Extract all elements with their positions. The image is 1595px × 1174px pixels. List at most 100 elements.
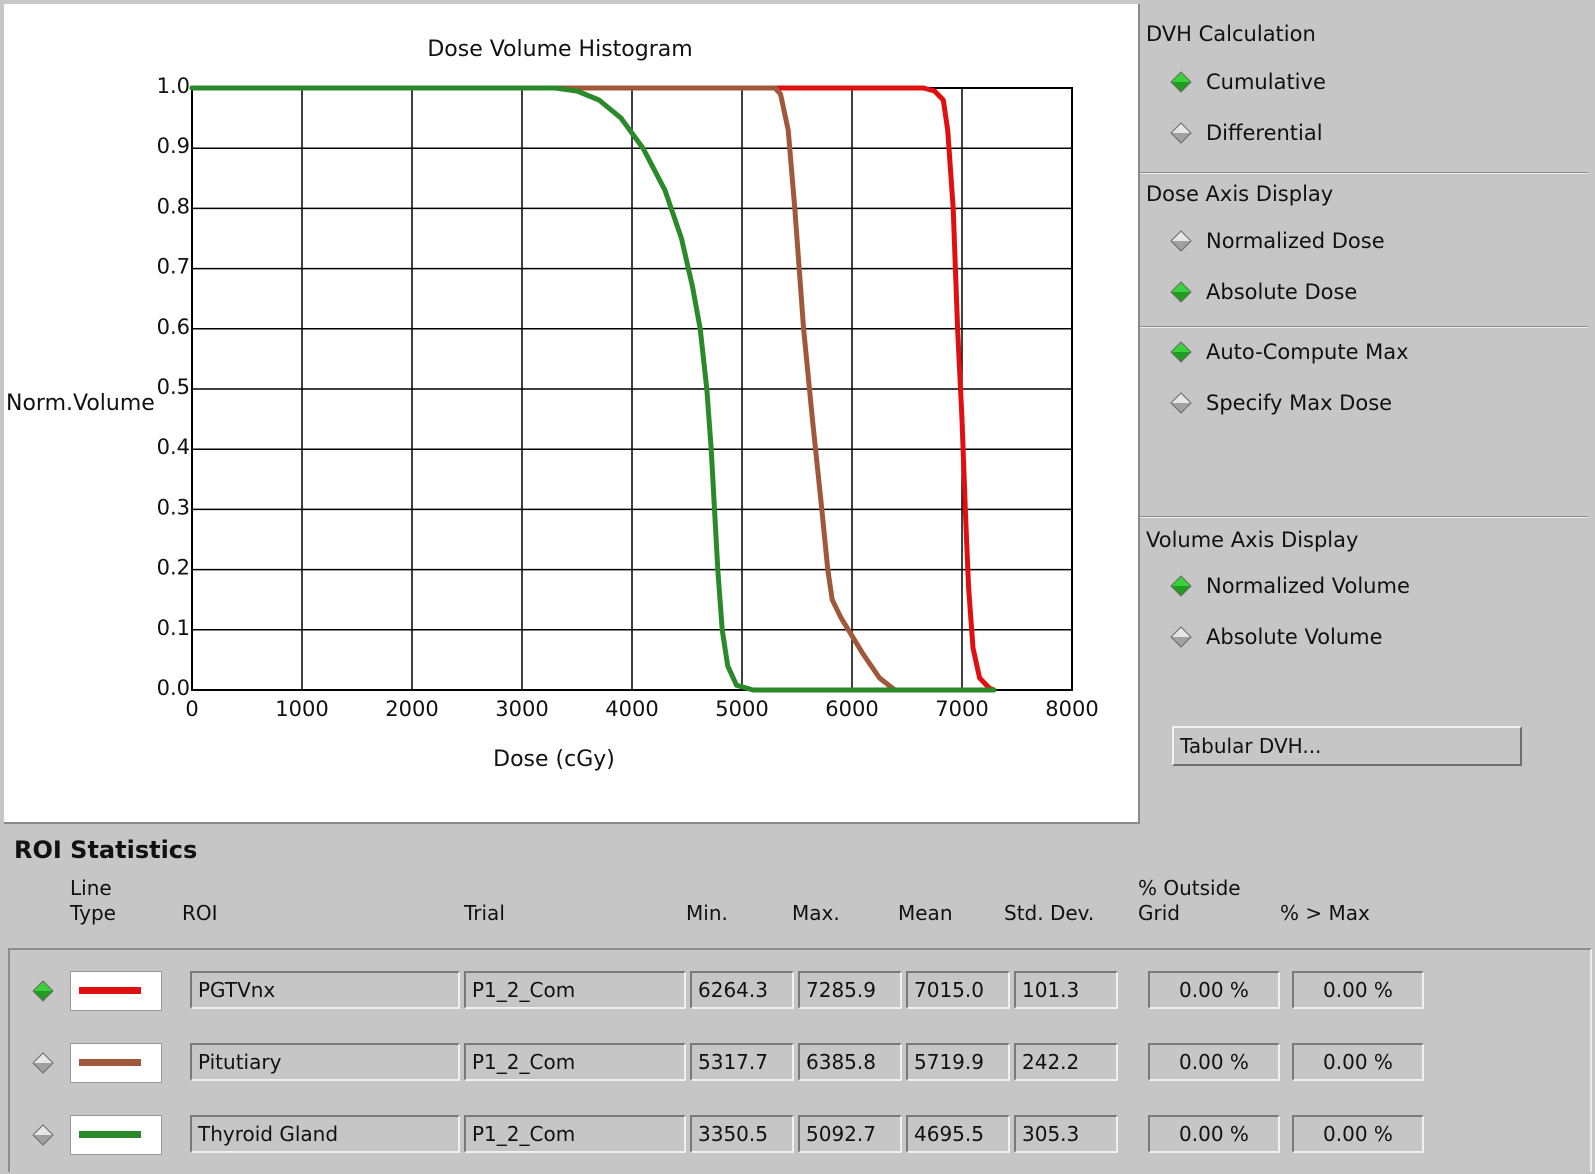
trial-cell: P1_2_Com — [464, 1043, 686, 1081]
max-cell: 6385.8 — [798, 1043, 902, 1081]
header-line-type-1: Line — [70, 876, 112, 900]
outside-grid-cell: 0.00 % — [1148, 971, 1280, 1009]
y-tick-label: 0.5 — [157, 375, 190, 399]
roi-statistics-title: ROI Statistics — [14, 836, 198, 864]
x-tick-label: 3000 — [495, 697, 548, 721]
header-mean: Mean — [898, 901, 953, 925]
roi-statistics-panel: ROI Statistics Line Type ROI Trial Min. … — [4, 826, 1592, 1172]
radio-normalized-volume[interactable]: Normalized Volume — [1170, 571, 1410, 601]
volume-axis-display-title: Volume Axis Display — [1146, 528, 1359, 552]
outside-grid-cell: 0.00 % — [1148, 1115, 1280, 1153]
radio-label: Absolute Volume — [1206, 625, 1383, 649]
divider — [1140, 326, 1588, 328]
gt-max-cell: 0.00 % — [1292, 971, 1424, 1009]
radio-auto-compute-max[interactable]: Auto-Compute Max — [1170, 337, 1409, 367]
header-roi: ROI — [182, 901, 218, 925]
x-tick-label: 1000 — [275, 697, 328, 721]
y-tick-label: 1.0 — [157, 74, 190, 98]
table-row: Pitutiary P1_2_Com 5317.7 6385.8 5719.9 … — [10, 1040, 1570, 1086]
header-outside-grid-1: % Outside — [1138, 876, 1241, 900]
std-cell: 242.2 — [1014, 1043, 1118, 1081]
radio-label: Specify Max Dose — [1206, 391, 1393, 415]
header-gt-max: % > Max — [1280, 901, 1370, 925]
line-sample — [79, 987, 141, 994]
table-row: Thyroid Gland P1_2_Com 3350.5 5092.7 469… — [10, 1112, 1570, 1158]
radio-diamond-icon — [1170, 626, 1192, 648]
radio-absolute-volume[interactable]: Absolute Volume — [1170, 622, 1383, 652]
row-select-diamond-icon[interactable] — [32, 1124, 54, 1146]
radio-label: Cumulative — [1206, 70, 1326, 94]
min-cell: 6264.3 — [690, 971, 794, 1009]
dvh-plot-panel: 0 1000 2000 3000 4000 5000 6000 7000 8000 0.0 0.1 0… — [4, 4, 1140, 824]
divider — [1140, 172, 1588, 174]
gt-max-cell: 0.00 % — [1292, 1115, 1424, 1153]
header-trial: Trial — [464, 901, 505, 925]
radio-absolute-dose[interactable]: Absolute Dose — [1170, 277, 1357, 307]
max-cell: 5092.7 — [798, 1115, 902, 1153]
x-axis-label: Dose (cGy) — [493, 747, 615, 772]
radio-label: Auto-Compute Max — [1206, 340, 1409, 364]
x-tick-label: 6000 — [825, 697, 878, 721]
radio-label: Normalized Dose — [1206, 229, 1385, 253]
radio-label: Differential — [1206, 121, 1323, 145]
x-tick-label: 2000 — [385, 697, 438, 721]
min-cell: 3350.5 — [690, 1115, 794, 1153]
x-tick-label: 5000 — [715, 697, 768, 721]
dvh-chart: 0 1000 2000 3000 4000 5000 6000 7000 8000 0.0 0.1 0… — [6, 37, 1099, 772]
radio-cumulative[interactable]: Cumulative — [1170, 67, 1326, 97]
mean-cell: 7015.0 — [906, 971, 1010, 1009]
line-sample — [79, 1131, 141, 1138]
y-tick-label: 0.8 — [157, 194, 190, 218]
y-tick-label: 0.2 — [157, 556, 190, 580]
header-outside-grid-2: Grid — [1138, 901, 1180, 925]
radio-diamond-icon — [1170, 575, 1192, 597]
line-sample — [79, 1059, 141, 1066]
y-tick-label: 0.0 — [157, 676, 190, 700]
x-tick-label: 4000 — [605, 697, 658, 721]
row-select-diamond-icon[interactable] — [32, 980, 54, 1002]
roi-rows: PGTVnx P1_2_Com 6264.3 7285.9 7015.0 101… — [8, 948, 1592, 1172]
outside-grid-cell: 0.00 % — [1148, 1043, 1280, 1081]
mean-cell: 5719.9 — [906, 1043, 1010, 1081]
std-cell: 305.3 — [1014, 1115, 1118, 1153]
radio-diamond-icon — [1170, 392, 1192, 414]
y-tick-label: 0.6 — [157, 315, 190, 339]
x-tick-label: 0 — [185, 697, 198, 721]
x-tick-label: 8000 — [1045, 697, 1098, 721]
x-tick-label: 7000 — [935, 697, 988, 721]
line-type-swatch — [70, 971, 162, 1011]
roi-cell: Pitutiary — [190, 1043, 460, 1081]
radio-label: Absolute Dose — [1206, 280, 1358, 304]
trial-cell: P1_2_Com — [464, 1115, 686, 1153]
tabular-dvh-button[interactable]: Tabular DVH... — [1172, 726, 1522, 766]
radio-differential[interactable]: Differential — [1170, 118, 1323, 148]
y-tick-label: 0.4 — [157, 435, 190, 459]
radio-diamond-icon — [1170, 341, 1192, 363]
y-axis-label: Norm.Volume — [6, 391, 155, 416]
radio-specify-max-dose[interactable]: Specify Max Dose — [1170, 388, 1392, 418]
y-tick-label: 0.3 — [157, 495, 190, 519]
radio-label: Normalized Volume — [1206, 574, 1410, 598]
y-tick-label: 0.9 — [157, 134, 190, 158]
gt-max-cell: 0.00 % — [1292, 1043, 1424, 1081]
header-std-dev: Std. Dev. — [1004, 901, 1095, 925]
chart-title: Dose Volume Histogram — [427, 37, 692, 62]
max-cell: 7285.9 — [798, 971, 902, 1009]
row-select-diamond-icon[interactable] — [32, 1052, 54, 1074]
line-type-swatch — [70, 1043, 162, 1083]
trial-cell: P1_2_Com — [464, 971, 686, 1009]
dvh-calculation-title: DVH Calculation — [1146, 22, 1316, 46]
dose-axis-display-title: Dose Axis Display — [1146, 182, 1334, 206]
min-cell: 5317.7 — [690, 1043, 794, 1081]
y-tick-label: 0.7 — [157, 255, 190, 279]
header-line-type-2: Type — [70, 901, 116, 925]
roi-cell: Thyroid Gland — [190, 1115, 460, 1153]
radio-diamond-icon — [1170, 122, 1192, 144]
radio-diamond-icon — [1170, 281, 1192, 303]
roi-cell: PGTVnx — [190, 971, 460, 1009]
radio-diamond-icon — [1170, 71, 1192, 93]
radio-normalized-dose[interactable]: Normalized Dose — [1170, 226, 1385, 256]
y-tick-label: 0.1 — [157, 616, 190, 640]
side-control-panel: DVH Calculation Cumulative Differential … — [1140, 4, 1595, 822]
radio-diamond-icon — [1170, 230, 1192, 252]
